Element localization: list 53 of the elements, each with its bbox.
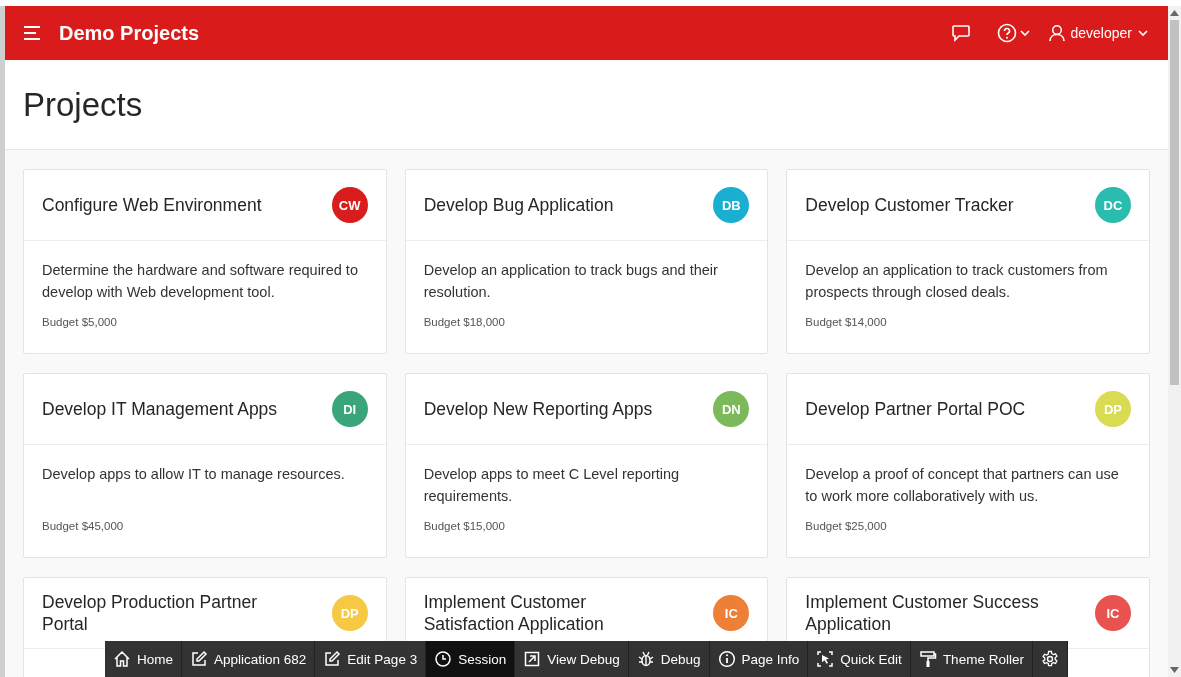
paint-roller-icon (918, 650, 937, 668)
project-description: Develop apps to meet C Level reporting requirements. (423, 465, 681, 506)
project-budget: Budget $5,000 (42, 316, 118, 328)
home-icon (113, 650, 131, 668)
edit-icon (190, 650, 208, 668)
project-title[interactable]: Develop Partner Portal POC (805, 398, 1056, 420)
initials-avatar: DB (713, 187, 750, 223)
project-title[interactable]: Develop Customer Tracker (805, 194, 1056, 216)
help-icon[interactable] (996, 23, 1031, 43)
scroll-down-icon[interactable] (1170, 667, 1179, 673)
menu-icon[interactable] (23, 26, 41, 40)
external-view-icon (523, 650, 542, 668)
scroll-up-icon[interactable] (1170, 10, 1179, 16)
user-icon (1048, 24, 1065, 42)
initials-avatar: DC (1095, 187, 1131, 223)
project-title[interactable]: Develop Production Partner Portal (42, 591, 292, 635)
initials-avatar: DP (1095, 391, 1131, 427)
chevron-icon (1138, 29, 1148, 37)
initials-avatar: DI (331, 391, 368, 427)
scrollbar[interactable] (1168, 6, 1181, 677)
project-budget: Budget $15,000 (423, 520, 506, 532)
project-description: Develop an application to track bugs and their resolution. (423, 261, 719, 302)
page-title: Projects (23, 85, 143, 124)
edit-icon (323, 650, 342, 668)
project-title[interactable]: Implement Customer Success Application (805, 591, 1056, 635)
project-description: Develop apps to allow IT to manage resources. (42, 465, 346, 484)
app-title[interactable]: Demo Projects (59, 21, 200, 45)
initials-avatar: IC (713, 595, 750, 631)
bug-icon (636, 650, 655, 668)
initials-avatar: CW (331, 187, 368, 223)
initials-avatar: DP (331, 595, 368, 631)
cursor-select-icon (816, 650, 835, 668)
project-title[interactable]: Develop New Reporting Apps (423, 398, 674, 420)
user-menu[interactable]: developer (1048, 24, 1148, 42)
project-title[interactable]: Develop Bug Application (423, 194, 674, 216)
project-budget: Budget $18,000 (423, 316, 506, 328)
project-budget: Budget $25,000 (805, 520, 888, 532)
project-description: Determine the hardware and software required to develop with Web development tool. (42, 261, 359, 302)
clock-icon (434, 650, 453, 668)
info-icon (717, 650, 736, 668)
initials-avatar: IC (1095, 595, 1131, 631)
project-budget: Budget $14,000 (805, 316, 888, 328)
chat-icon[interactable] (950, 24, 971, 42)
initials-avatar: DN (713, 391, 750, 427)
toolbar-button[interactable]: Session (426, 641, 516, 677)
settings-icon (1040, 650, 1059, 668)
project-title[interactable]: Implement Customer Satisfaction Application (423, 591, 674, 635)
project-description: Develop a proof of concept that partners can use to work more collaboratively with us. (805, 465, 1120, 506)
project-description: Develop an application to track customers from prospects through closed deals. (805, 261, 1109, 302)
scrollbar-thumb[interactable] (1170, 20, 1179, 385)
project-budget: Budget $45,000 (42, 520, 125, 532)
project-title[interactable]: Develop IT Management Apps (42, 398, 292, 420)
project-title[interactable]: Configure Web Environment (42, 194, 292, 216)
